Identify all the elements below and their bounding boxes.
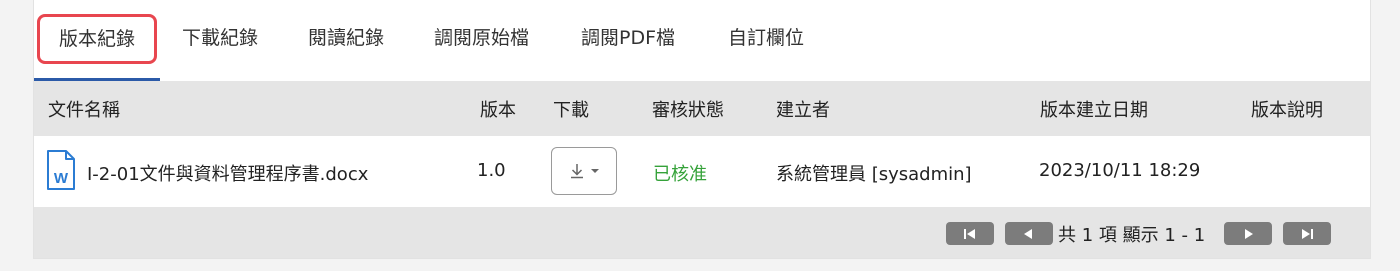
svg-text:W: W	[54, 170, 69, 187]
tab-custom-fields[interactable]: 自訂欄位	[728, 26, 804, 50]
prev-page-icon	[1024, 228, 1032, 239]
review-status-approved: 已核准	[653, 164, 707, 185]
creator-value: 系統管理員 [sysadmin]	[776, 164, 972, 185]
column-header-download: 下載	[553, 100, 589, 121]
word-docx-icon: W	[47, 150, 75, 190]
chevron-down-icon	[591, 169, 599, 173]
download-icon	[571, 164, 583, 179]
next-page-icon	[1245, 228, 1253, 239]
tab-bar: 版本紀錄 下載紀錄 閱讀紀錄 調閱原始檔 調閱PDF檔 自訂欄位	[34, 14, 1370, 81]
next-page-button[interactable]	[1224, 222, 1272, 245]
file-name-link[interactable]: I-2-01文件與資料管理程序書.docx	[87, 160, 368, 186]
tab-view-original[interactable]: 調閱原始檔	[434, 26, 529, 50]
tab-download-history[interactable]: 下載紀錄	[182, 26, 258, 50]
tab-view-pdf[interactable]: 調閱PDF檔	[581, 26, 675, 50]
created-date-value: 2023/10/11 18:29	[1039, 160, 1201, 181]
column-header-review-status: 審核狀態	[652, 100, 724, 121]
download-dropdown-button[interactable]	[551, 147, 617, 195]
first-page-icon	[964, 228, 975, 239]
column-header-version: 版本	[480, 100, 516, 121]
last-page-button[interactable]	[1283, 222, 1331, 245]
pagination-summary: 共 1 項 顯示 1 - 1	[1058, 225, 1206, 246]
version-panel: 版本紀錄 下載紀錄 閱讀紀錄 調閱原始檔 調閱PDF檔 自訂欄位 文件名稱 版本…	[33, 0, 1371, 259]
column-header-version-note: 版本說明	[1251, 100, 1323, 121]
column-header-filename: 文件名稱	[48, 100, 120, 121]
first-page-button[interactable]	[946, 222, 994, 245]
table-row: W I-2-01文件與資料管理程序書.docx 1.0 已核准 系統管理員 [s…	[34, 136, 1370, 208]
last-page-icon	[1302, 228, 1313, 239]
pagination-bar: 共 1 項 顯示 1 - 1	[34, 207, 1370, 258]
version-value: 1.0	[477, 160, 506, 181]
table-header: 文件名稱 版本 下載 審核狀態 建立者 版本建立日期 版本說明	[34, 81, 1370, 136]
prev-page-button[interactable]	[1005, 222, 1053, 245]
column-header-created-date: 版本建立日期	[1040, 100, 1148, 121]
tab-version-history[interactable]: 版本紀錄	[37, 14, 157, 64]
column-header-creator: 建立者	[776, 100, 830, 121]
tab-read-history[interactable]: 閱讀紀錄	[308, 26, 384, 50]
